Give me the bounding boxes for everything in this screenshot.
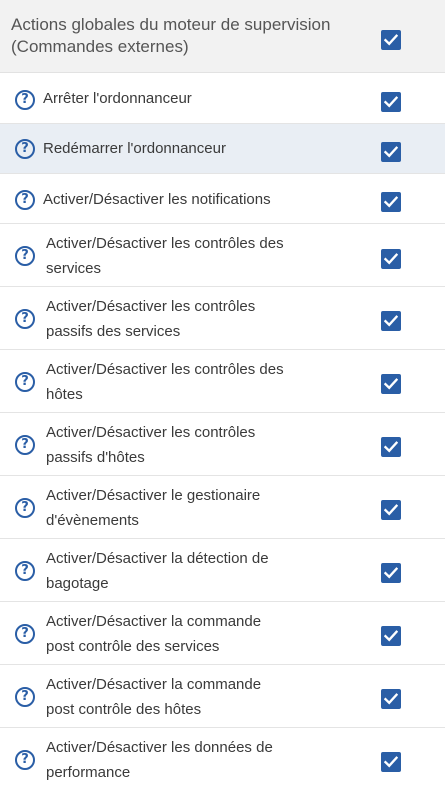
checkmark-icon: [384, 441, 398, 453]
checkmark-icon: [384, 693, 398, 705]
permission-label-line: Activer/Désactiver le gestionaire: [46, 487, 261, 504]
permission-label-line: Activer/Désactiver les contrôles des: [46, 361, 284, 378]
checkmark-icon: [384, 96, 398, 108]
permission-label-line: Activer/Désactiver les données de: [46, 739, 273, 756]
permission-checkbox[interactable]: [381, 249, 401, 269]
permission-label: Redémarrer l'ordonnanceur: [43, 140, 226, 157]
permission-row: ? Activer/Désactiver le gestionaire d'év…: [0, 476, 445, 539]
permission-checkbox[interactable]: [381, 689, 401, 709]
checkmark-icon: [384, 378, 398, 390]
checkmark-icon: [384, 253, 398, 265]
permission-label: Activer/Désactiver les notifications: [43, 191, 271, 208]
permission-label-line: Activer/Désactiver les contrôles: [46, 424, 256, 441]
permission-row: ? Activer/Désactiver les notifications: [0, 174, 445, 224]
permission-label: Activer/Désactiver la commande post cont…: [46, 609, 346, 659]
permission-label-line: d'évènements: [46, 512, 139, 529]
header-checkbox[interactable]: [381, 30, 401, 50]
section-header: Actions globales du moteur de supervisio…: [0, 0, 445, 73]
permission-label-line: passifs d'hôtes: [46, 449, 145, 466]
permission-label-line: Activer/Désactiver les contrôles: [46, 298, 256, 315]
permission-checkbox[interactable]: [381, 374, 401, 394]
permission-checkbox[interactable]: [381, 142, 401, 162]
checkmark-icon: [384, 756, 398, 768]
permission-row: ? Arrêter l'ordonnanceur: [0, 73, 445, 124]
question-circle-icon[interactable]: ?: [15, 309, 35, 329]
question-circle-icon[interactable]: ?: [15, 90, 35, 110]
permission-row: ? Activer/Désactiver les contrôles passi…: [0, 413, 445, 476]
permission-label-line: Activer/Désactiver les contrôles des: [46, 235, 284, 252]
permission-row: ? Redémarrer l'ordonnanceur: [0, 124, 445, 174]
permission-row: ? Activer/Désactiver les contrôles des h…: [0, 350, 445, 413]
question-circle-icon[interactable]: ?: [15, 435, 35, 455]
checkmark-icon: [384, 504, 398, 516]
permission-row: ? Activer/Désactiver les données de perf…: [0, 728, 445, 788]
permission-label-line: post contrôle des hôtes: [46, 701, 202, 718]
checkmark-icon: [384, 34, 398, 46]
permission-checkbox[interactable]: [381, 752, 401, 772]
question-circle-icon[interactable]: ?: [15, 624, 35, 644]
question-circle-icon[interactable]: ?: [15, 246, 35, 266]
permission-checkbox[interactable]: [381, 92, 401, 112]
permission-row: ? Activer/Désactiver les contrôles passi…: [0, 287, 445, 350]
checkmark-icon: [384, 196, 398, 208]
permission-checkbox[interactable]: [381, 626, 401, 646]
question-circle-icon[interactable]: ?: [15, 687, 35, 707]
permission-label: Activer/Désactiver le gestionaire d'évèn…: [46, 483, 346, 533]
permission-label-line: hôtes: [46, 386, 83, 403]
permission-label: Activer/Désactiver les données de perfor…: [46, 735, 346, 785]
permission-label: Activer/Désactiver les contrôles des hôt…: [46, 357, 346, 407]
permission-label-line: services: [46, 260, 102, 277]
question-circle-icon[interactable]: ?: [15, 498, 35, 518]
permission-row: ? Activer/Désactiver les contrôles des s…: [0, 224, 445, 287]
question-circle-icon[interactable]: ?: [15, 750, 35, 770]
permission-row: ? Activer/Désactiver la détection de bag…: [0, 539, 445, 602]
permission-checkbox[interactable]: [381, 500, 401, 520]
permission-label-line: post contrôle des services: [46, 638, 220, 655]
permission-checkbox[interactable]: [381, 437, 401, 457]
permission-label-line: performance: [46, 764, 131, 781]
section-title: Actions globales du moteur de supervisio…: [11, 15, 331, 56]
permission-label-line: bagotage: [46, 575, 109, 592]
permission-checkbox[interactable]: [381, 563, 401, 583]
question-circle-icon[interactable]: ?: [15, 372, 35, 392]
permission-label: Activer/Désactiver la détection de bagot…: [46, 546, 346, 596]
permission-checkbox[interactable]: [381, 311, 401, 331]
permission-row: ? Activer/Désactiver la commande post co…: [0, 665, 445, 728]
permission-checkbox[interactable]: [381, 192, 401, 212]
permission-label: Activer/Désactiver les contrôles des ser…: [46, 231, 346, 281]
permission-label: Activer/Désactiver les contrôles passifs…: [46, 294, 346, 344]
permission-label-line: Activer/Désactiver la commande: [46, 613, 262, 630]
permission-label-line: Activer/Désactiver la commande: [46, 676, 262, 693]
permission-label: Activer/Désactiver les contrôles passifs…: [46, 420, 346, 470]
question-circle-icon[interactable]: ?: [15, 190, 35, 210]
permission-label-line: passifs des services: [46, 323, 181, 340]
permission-label: Activer/Désactiver la commande post cont…: [46, 672, 346, 722]
question-circle-icon[interactable]: ?: [15, 561, 35, 581]
checkmark-icon: [384, 146, 398, 158]
permission-label-line: Activer/Désactiver la détection de: [46, 550, 269, 567]
checkmark-icon: [384, 315, 398, 327]
permission-row: ? Activer/Désactiver la commande post co…: [0, 602, 445, 665]
permission-label: Arrêter l'ordonnanceur: [43, 90, 192, 107]
checkmark-icon: [384, 630, 398, 642]
question-circle-icon[interactable]: ?: [15, 139, 35, 159]
checkmark-icon: [384, 567, 398, 579]
